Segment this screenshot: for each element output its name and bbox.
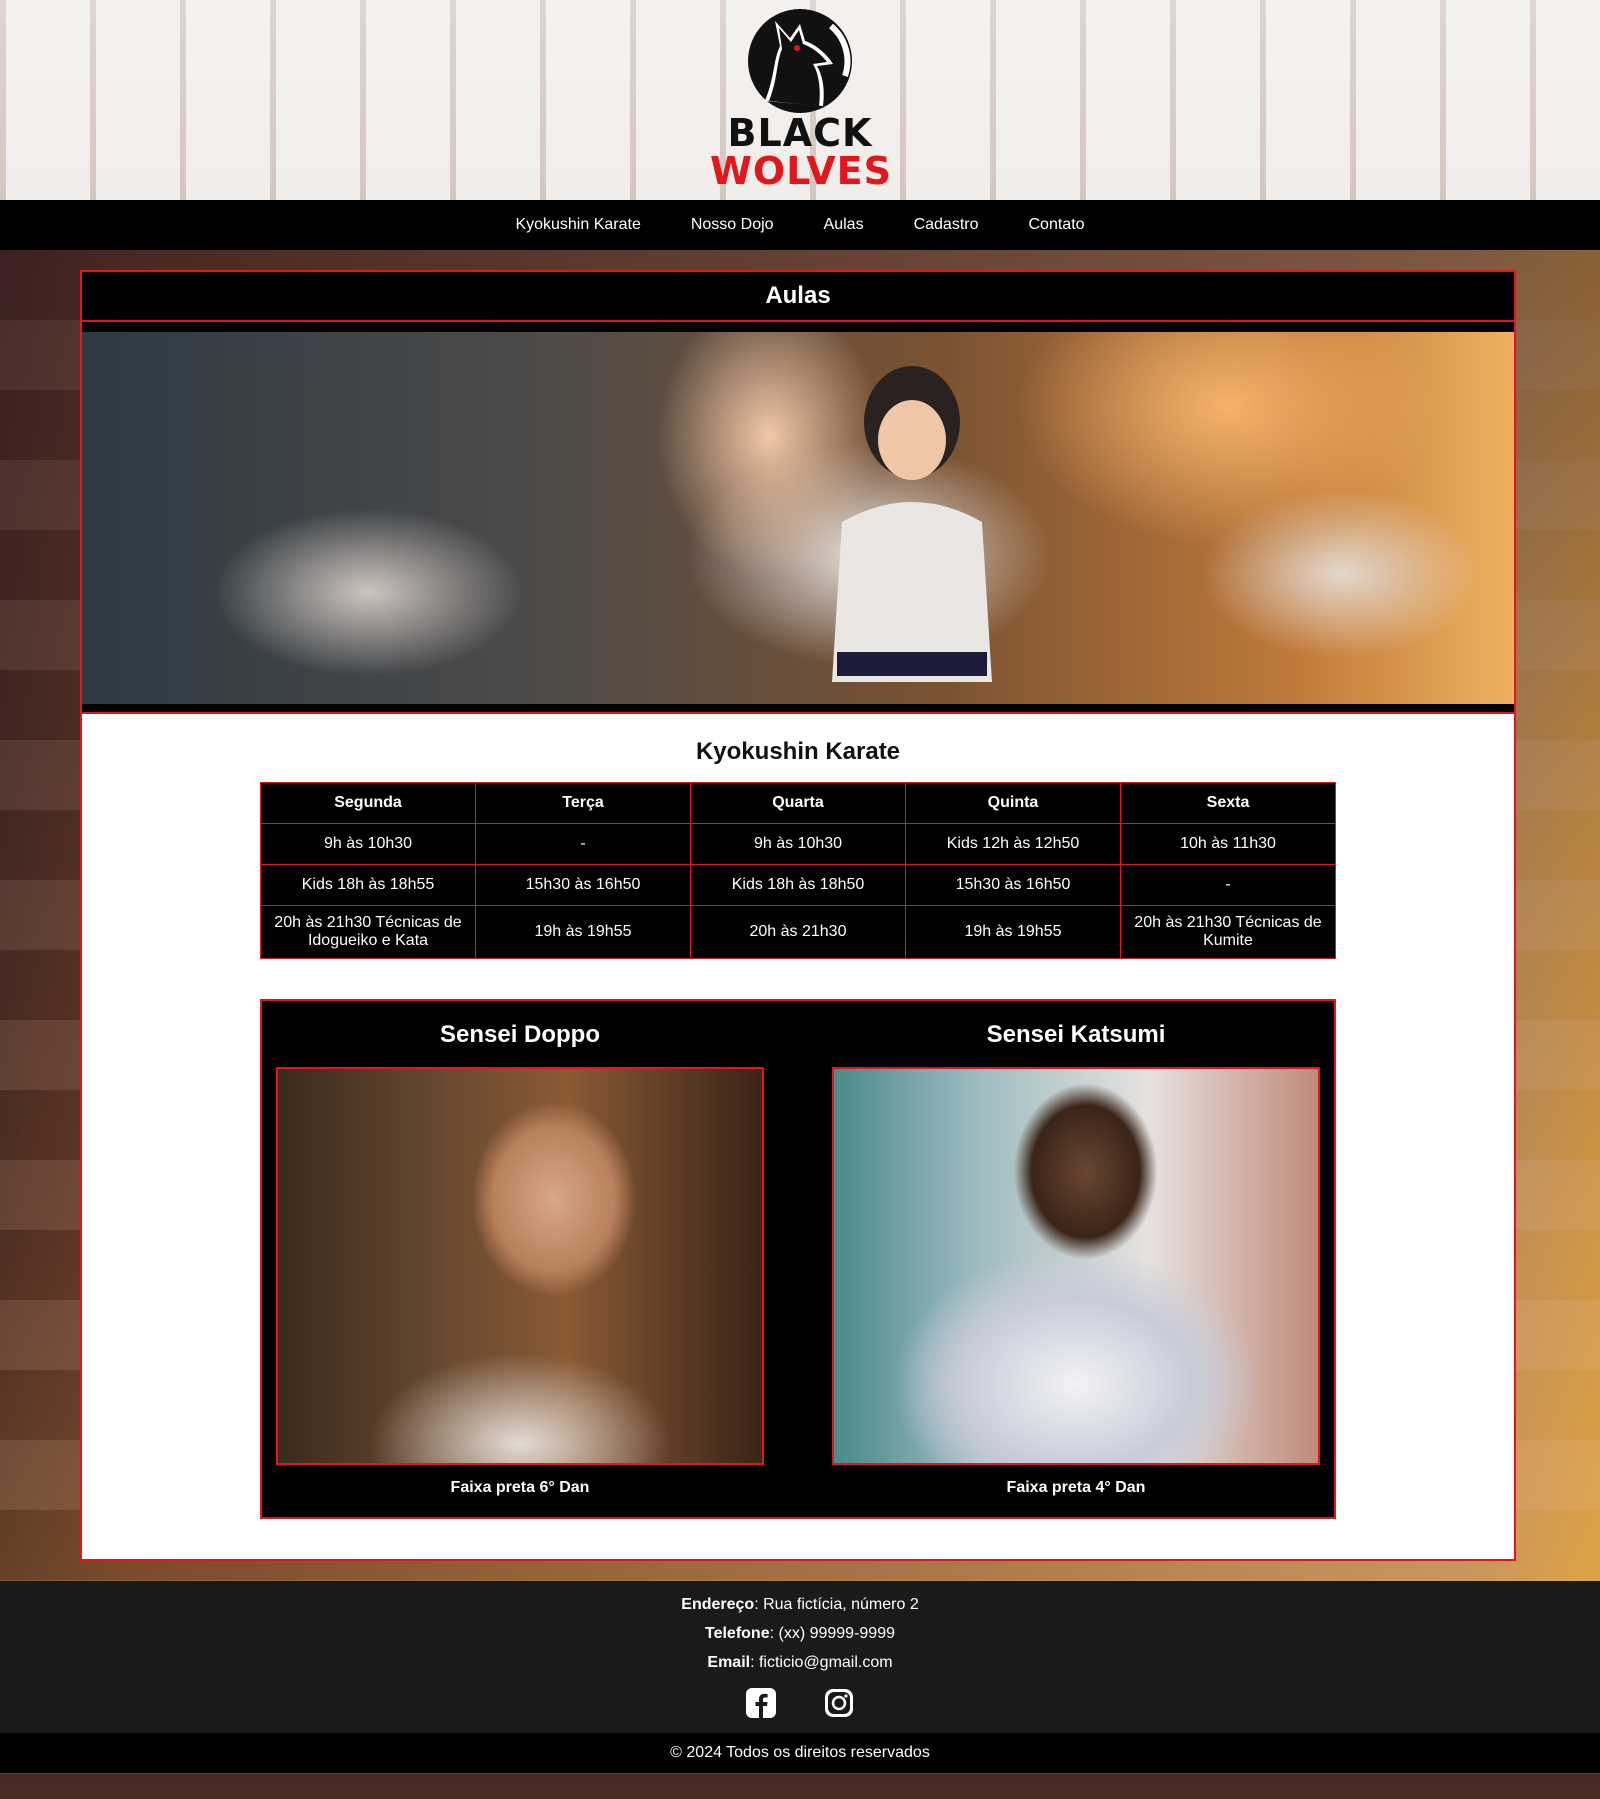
table-cell: 10h às 11h30 [1120, 823, 1336, 865]
table-row: 9h às 10h30 - 9h às 10h30 Kids 12h às 12… [260, 823, 1336, 865]
footer-email: Email: ficticio@gmail.com [0, 1653, 1600, 1673]
brand-name-line1: BLACK [727, 111, 873, 155]
sensei-rank: Faixa preta 6° Dan [450, 1479, 590, 1496]
wolf-howling-moon-icon [748, 9, 852, 113]
brand-logo[interactable]: BLACK WOLVES [710, 6, 892, 200]
site-footer: Endereço: Rua fictícia, número 2 Telefon… [0, 1581, 1600, 1733]
address-label: Endereço [681, 1596, 755, 1613]
facebook-icon[interactable] [745, 1687, 777, 1719]
karateka-figure-icon [832, 366, 992, 682]
table-row: Kids 18h às 18h55 15h30 às 16h50 Kids 18… [260, 864, 1336, 906]
aulas-card: Aulas Kyokushin Karate Segunda Terça Qua… [80, 270, 1516, 1561]
main-nav: Kyokushin Karate Nosso Dojo Aulas Cadast… [0, 200, 1600, 250]
nav-item-cadastro[interactable]: Cadastro [914, 216, 979, 234]
table-cell: 9h às 10h30 [690, 823, 906, 865]
sensei-name: Sensei Katsumi [986, 1021, 1166, 1048]
sensei-name: Sensei Doppo [439, 1021, 601, 1048]
table-cell: Kids 18h às 18h55 [260, 864, 476, 906]
footer-address: Endereço: Rua fictícia, número 2 [0, 1595, 1600, 1615]
brand-name-line2: WOLVES [710, 149, 892, 193]
sensei-card: Sensei Doppo Faixa preta 6° Dan [276, 1021, 764, 1497]
nav-item-nosso-dojo[interactable]: Nosso Dojo [691, 216, 774, 234]
sensei-doppo-portrait [276, 1067, 764, 1465]
table-cell: - [475, 823, 691, 865]
karate-class-illustration [82, 332, 1514, 704]
column-header: Terça [475, 782, 691, 824]
table-cell: 15h30 às 16h50 [475, 864, 691, 906]
site-header: BLACK WOLVES [0, 0, 1600, 200]
page-background: Aulas Kyokushin Karate Segunda Terça Qua… [0, 250, 1600, 1581]
nav-item-aulas[interactable]: Aulas [824, 216, 864, 234]
column-header: Quarta [690, 782, 906, 824]
senseis-panel: Sensei Doppo Faixa preta 6° Dan Sensei K… [260, 999, 1336, 1519]
sensei-rank: Faixa preta 4° Dan [1006, 1479, 1146, 1496]
schedule-table: Segunda Terça Quarta Quinta Sexta 9h às … [260, 782, 1336, 959]
hero-image [82, 322, 1514, 714]
email-value: : ficticio@gmail.com [750, 1654, 893, 1671]
table-cell: 19h às 19h55 [905, 905, 1121, 959]
table-header-row: Segunda Terça Quarta Quinta Sexta [260, 782, 1336, 824]
sensei-card: Sensei Katsumi Faixa preta 4° Dan [832, 1021, 1320, 1497]
table-cell: 20h às 21h30 Técnicas de Kumite [1120, 905, 1336, 959]
table-cell: 20h às 21h30 Técnicas de Idogueiko e Kat… [260, 905, 476, 959]
nav-item-kyokushin-karate[interactable]: Kyokushin Karate [515, 216, 640, 234]
copyright-bar: © 2024 Todos os direitos reservados [0, 1733, 1600, 1773]
email-label: Email [707, 1654, 751, 1671]
column-header: Quinta [905, 782, 1121, 824]
table-cell: 19h às 19h55 [475, 905, 691, 959]
footer-phone: Telefone: (xx) 99999-9999 [0, 1624, 1600, 1644]
table-cell: Kids 18h às 18h50 [690, 864, 906, 906]
schedule-heading: Kyokushin Karate [695, 738, 901, 765]
table-cell: Kids 12h às 12h50 [905, 823, 1121, 865]
table-cell: 15h30 às 16h50 [905, 864, 1121, 906]
column-header: Sexta [1120, 782, 1336, 824]
social-links [0, 1687, 1600, 1719]
nav-item-contato[interactable]: Contato [1029, 216, 1085, 234]
address-value: : Rua fictícia, número 2 [754, 1596, 919, 1613]
sensei-katsumi-portrait [832, 1067, 1320, 1465]
table-row: 20h às 21h30 Técnicas de Idogueiko e Kat… [260, 905, 1336, 959]
table-cell: - [1120, 864, 1336, 906]
page-title: Aulas [82, 272, 1514, 322]
instagram-icon[interactable] [823, 1687, 855, 1719]
table-cell: 20h às 21h30 [690, 905, 906, 959]
table-cell: 9h às 10h30 [260, 823, 476, 865]
column-header: Segunda [260, 782, 476, 824]
phone-label: Telefone [704, 1625, 770, 1642]
phone-value: : (xx) 99999-9999 [769, 1625, 895, 1642]
